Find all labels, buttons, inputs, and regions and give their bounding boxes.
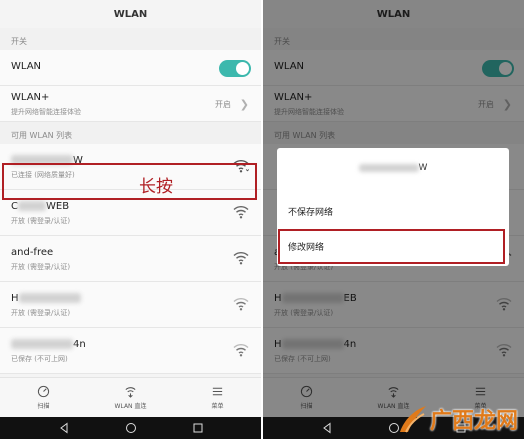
- wifi-direct-tab[interactable]: WLAN 直连: [87, 378, 174, 417]
- network-status: 已保存 (不可上网): [11, 355, 68, 363]
- wlan-plus-label: WLAN+: [11, 92, 50, 103]
- page-title: WLAN: [0, 0, 261, 28]
- watermark-text: 广西龙网: [429, 408, 518, 434]
- section-header-switch: 开关: [0, 28, 261, 50]
- dialog-title: W: [277, 163, 509, 173]
- wlan-switch-row[interactable]: WLAN: [0, 50, 261, 86]
- scan-tab[interactable]: 扫描: [0, 378, 87, 417]
- wlan-plus-value: 开启: [215, 100, 231, 109]
- left-phone-screen: WLAN 开关 WLAN WLAN+ 提升网络智能连接体验 开启 ❯ 可用 WL…: [0, 0, 261, 439]
- bottom-tab-bar: 扫描 WLAN 直连 菜单: [0, 377, 261, 417]
- menu-icon: [212, 387, 223, 396]
- watermark: 广西龙网: [396, 402, 518, 436]
- system-navigation-bar: [0, 417, 261, 439]
- recents-icon[interactable]: [192, 422, 204, 434]
- wlan-label: WLAN: [11, 61, 42, 72]
- wifi-direct-label: WLAN 直连: [114, 403, 147, 410]
- section-header-wlan-list: 可用 WLAN 列表: [0, 122, 261, 144]
- wifi-signal-icon: [233, 251, 249, 265]
- network-name: H: [11, 293, 81, 304]
- toggle-knob: [236, 62, 249, 75]
- network-name: and-free: [11, 247, 54, 258]
- watermark-logo-icon: [399, 406, 426, 433]
- right-phone-screen: WLAN 开关 WLAN WLAN+ 提升网络智能连接体验 开启 ❯ 可用 WL…: [263, 0, 524, 439]
- wlan-plus-subtitle: 提升网络智能连接体验: [11, 108, 81, 116]
- menu-tab[interactable]: 菜单: [174, 378, 261, 417]
- modify-network-highlight: [278, 229, 505, 264]
- network-name: C WEB: [11, 201, 70, 212]
- blurred-ssid: [358, 163, 419, 172]
- back-icon[interactable]: [321, 422, 333, 434]
- wifi-signal-icon: [233, 205, 249, 219]
- blurred-ssid: [11, 339, 73, 349]
- wifi-signal-weak-icon: [233, 343, 249, 357]
- connected-network-highlight: [2, 163, 257, 200]
- back-icon[interactable]: [58, 422, 70, 434]
- blurred-ssid: [17, 201, 46, 211]
- network-status: 开放 (需登录/认证): [11, 217, 71, 225]
- scan-label: 扫描: [37, 403, 50, 410]
- network-name: 4n: [11, 339, 86, 350]
- forget-network-option[interactable]: 不保存网络: [288, 205, 333, 218]
- wlan-toggle[interactable]: [219, 60, 251, 77]
- wifi-signal-weak-icon: [233, 297, 249, 311]
- wlan-plus-row[interactable]: WLAN+ 提升网络智能连接体验 开启 ❯: [0, 86, 261, 122]
- wifi-direct-icon: [125, 387, 136, 398]
- network-status: 开放 (需登录/认证): [11, 309, 71, 317]
- network-status: 开放 (需登录/认证): [11, 263, 71, 271]
- network-item[interactable]: H 开放 (需登录/认证): [0, 282, 261, 328]
- network-item[interactable]: 4n 已保存 (不可上网): [0, 328, 261, 374]
- network-item[interactable]: and-free 开放 (需登录/认证): [0, 236, 261, 282]
- scan-icon: [37, 385, 50, 398]
- home-icon[interactable]: [125, 422, 137, 434]
- long-press-annotation: 长按: [139, 177, 173, 197]
- menu-label: 菜单: [211, 403, 224, 410]
- chevron-right-icon: ❯: [239, 98, 249, 111]
- blurred-ssid: [18, 293, 81, 303]
